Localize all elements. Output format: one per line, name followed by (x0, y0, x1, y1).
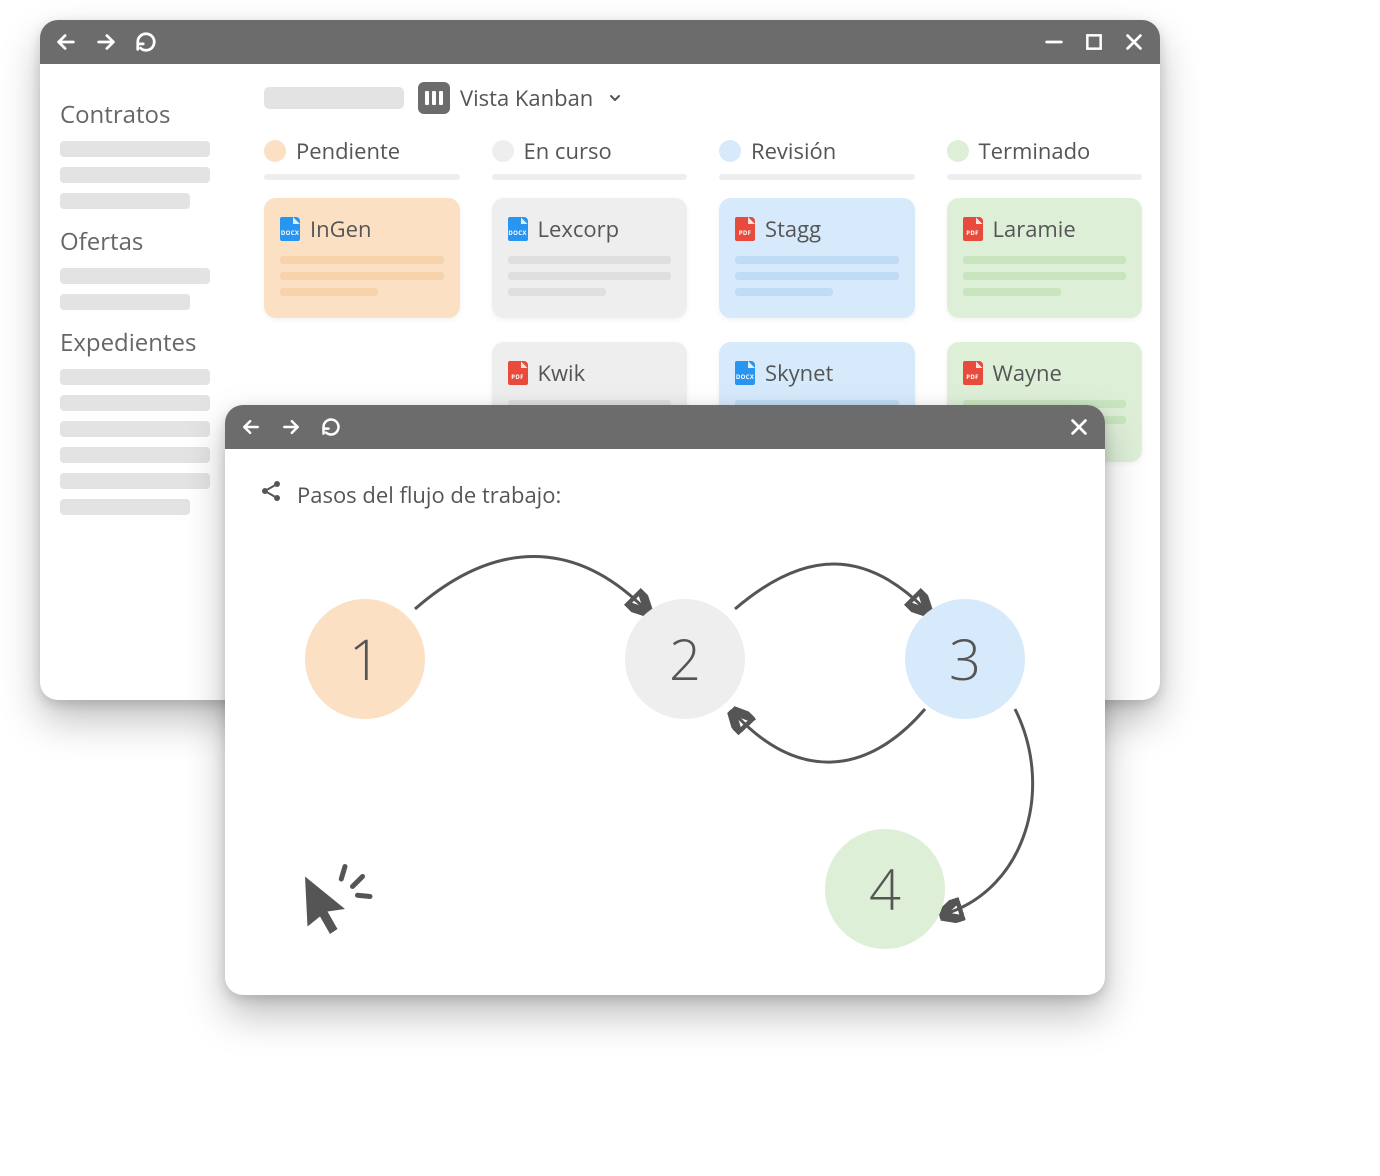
sidebar-item-placeholder[interactable] (60, 193, 190, 209)
card-title: Stagg (765, 214, 821, 244)
sidebar-item-placeholder[interactable] (60, 447, 210, 463)
window-close-button[interactable] (1122, 30, 1146, 54)
view-selector[interactable]: Vista Kanban (418, 82, 623, 114)
workflow-title-row: Pasos del flujo de trabajo: (259, 479, 1071, 510)
card-title: InGen (310, 214, 371, 244)
column-color-dot (264, 140, 286, 162)
file-pdf-icon: PDF (508, 361, 528, 385)
sidebar-item-placeholder[interactable] (60, 473, 210, 489)
card-text-placeholder (508, 288, 606, 296)
column-color-dot (947, 140, 969, 162)
sidebar-section-contratos[interactable]: Contratos (60, 98, 232, 131)
nav-reload-button[interactable] (134, 30, 158, 54)
column-divider (492, 174, 688, 180)
workflow-title: Pasos del flujo de trabajo: (297, 480, 561, 510)
card-title: Kwik (538, 358, 586, 388)
sidebar-item-placeholder[interactable] (60, 421, 210, 437)
sidebar-item-placeholder[interactable] (60, 369, 210, 385)
workflow-icon (259, 479, 283, 510)
file-docx-icon: DOCX (508, 217, 528, 241)
window-titlebar (40, 20, 1160, 64)
breadcrumb-placeholder (264, 87, 404, 109)
card-text-placeholder (280, 288, 378, 296)
kanban-card[interactable]: PDF Laramie (947, 198, 1143, 318)
nav-forward-button[interactable] (279, 415, 303, 439)
card-text-placeholder (963, 256, 1127, 264)
card-title: Lexcorp (538, 214, 620, 244)
card-text-placeholder (508, 272, 672, 280)
window-minimize-button[interactable] (1042, 30, 1066, 54)
card-text-placeholder (280, 256, 444, 264)
file-pdf-icon: PDF (963, 217, 983, 241)
window-maximize-button[interactable] (1082, 30, 1106, 54)
sidebar-item-placeholder[interactable] (60, 167, 210, 183)
sidebar-section-ofertas[interactable]: Ofertas (60, 225, 232, 258)
column-divider (264, 174, 460, 180)
workflow-step-1[interactable]: 1 (305, 599, 425, 719)
card-text-placeholder (280, 272, 444, 280)
window-close-button[interactable] (1067, 415, 1091, 439)
column-label: Pendiente (296, 136, 400, 166)
file-docx-icon: DOCX (280, 217, 300, 241)
file-docx-icon: DOCX (735, 361, 755, 385)
sidebar: Contratos Ofertas Expedientes (46, 82, 246, 682)
nav-forward-button[interactable] (94, 30, 118, 54)
file-pdf-icon: PDF (963, 361, 983, 385)
column-header: Revisión (719, 136, 915, 166)
column-label: Revisión (751, 136, 836, 166)
workflow-window: Pasos del flujo de trabajo: 1 2 (225, 405, 1105, 995)
kanban-icon (418, 82, 450, 114)
card-title: Skynet (765, 358, 833, 388)
sidebar-item-placeholder[interactable] (60, 395, 210, 411)
card-title: Wayne (993, 358, 1062, 388)
card-text-placeholder (735, 272, 899, 280)
column-label: En curso (524, 136, 612, 166)
view-selector-label: Vista Kanban (460, 83, 593, 113)
column-color-dot (492, 140, 514, 162)
workflow-step-3[interactable]: 3 (905, 599, 1025, 719)
chevron-down-icon (607, 83, 623, 113)
workflow-step-4[interactable]: 4 (825, 829, 945, 949)
column-divider (719, 174, 915, 180)
kanban-card[interactable]: DOCX Lexcorp (492, 198, 688, 318)
column-header: Terminado (947, 136, 1143, 166)
workflow-step-2[interactable]: 2 (625, 599, 745, 719)
nav-reload-button[interactable] (319, 415, 343, 439)
nav-back-button[interactable] (54, 30, 78, 54)
kanban-card[interactable]: DOCX InGen (264, 198, 460, 318)
column-divider (947, 174, 1143, 180)
sidebar-section-expedientes[interactable]: Expedientes (60, 326, 232, 359)
sidebar-item-placeholder[interactable] (60, 141, 210, 157)
card-text-placeholder (963, 288, 1061, 296)
nav-back-button[interactable] (239, 415, 263, 439)
column-header: Pendiente (264, 136, 460, 166)
card-text-placeholder (963, 272, 1127, 280)
cursor-click-icon (295, 859, 375, 944)
column-label: Terminado (979, 136, 1091, 166)
file-pdf-icon: PDF (735, 217, 755, 241)
card-text-placeholder (735, 288, 833, 296)
window-titlebar (225, 405, 1105, 449)
kanban-card[interactable]: PDF Stagg (719, 198, 915, 318)
sidebar-item-placeholder[interactable] (60, 499, 190, 515)
card-text-placeholder (735, 256, 899, 264)
column-color-dot (719, 140, 741, 162)
sidebar-item-placeholder[interactable] (60, 294, 190, 310)
card-text-placeholder (508, 256, 672, 264)
column-header: En curso (492, 136, 688, 166)
card-title: Laramie (993, 214, 1076, 244)
sidebar-item-placeholder[interactable] (60, 268, 210, 284)
workflow-diagram: 1 2 3 4 (225, 529, 1105, 995)
